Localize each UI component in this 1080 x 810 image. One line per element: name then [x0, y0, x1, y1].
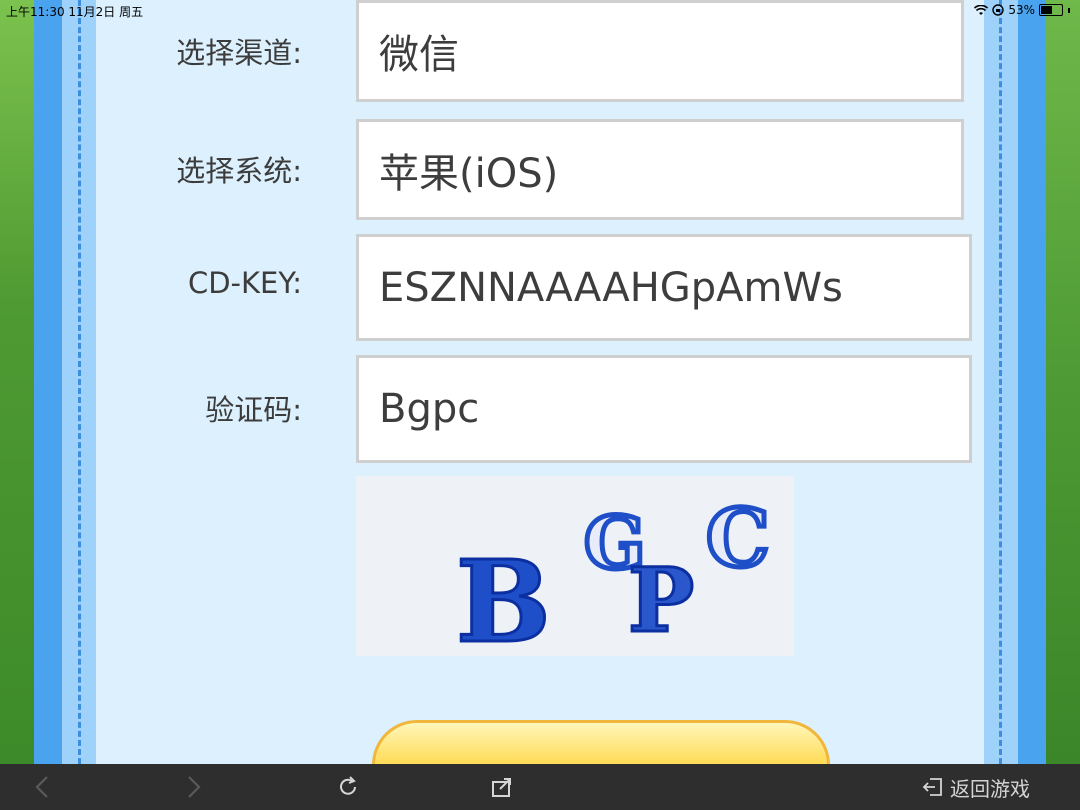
chevron-right-icon [188, 776, 201, 798]
chevron-left-icon [35, 776, 48, 798]
system-value: 苹果(iOS) [379, 150, 559, 197]
frame-stitch-right [999, 0, 1002, 764]
reload-icon [340, 776, 356, 795]
share-button[interactable] [482, 764, 522, 810]
svg-text:C: C [706, 491, 770, 585]
forward-button[interactable] [174, 764, 214, 810]
channel-value: 微信 [379, 32, 459, 78]
frame-stitch-left [78, 0, 81, 764]
status-bar: 上午11:30 11月2日 周五 53% [0, 0, 1080, 20]
captcha-input[interactable]: Bgpc [356, 355, 972, 463]
cdkey-value: ESZNNAAAAHGpAmWs [379, 264, 843, 311]
captcha-image[interactable]: B G P C [356, 476, 794, 670]
captcha-value: Bgpc [379, 386, 480, 432]
reload-button[interactable] [328, 764, 368, 810]
return-game-button[interactable]: 返回游戏 [922, 764, 1030, 810]
background-right [1040, 0, 1080, 764]
battery-icon [1039, 4, 1063, 16]
captcha-graphic: B G P C [455, 489, 773, 670]
share-icon [492, 778, 511, 797]
system-label: 选择系统: [176, 154, 302, 188]
browser-toolbar: 返回游戏 [0, 764, 1080, 810]
channel-label: 选择渠道: [176, 36, 302, 70]
battery-percentage: 53% [1008, 3, 1035, 17]
captcha-label: 验证码: [205, 393, 302, 427]
cdkey-input[interactable]: ESZNNAAAAHGpAmWs [356, 234, 972, 341]
return-game-label: 返回游戏 [950, 776, 1030, 801]
svg-text:P: P [628, 548, 694, 652]
svg-text:B: B [456, 537, 551, 656]
wifi-icon [974, 4, 989, 15]
exit-icon [922, 778, 942, 796]
system-select[interactable]: 苹果(iOS) [356, 119, 964, 220]
back-button[interactable] [22, 764, 62, 810]
status-time-date: 上午11:30 11月2日 周五 [6, 5, 144, 19]
cdkey-label: CD-KEY: [187, 266, 302, 300]
rotation-lock-icon [992, 4, 1005, 16]
